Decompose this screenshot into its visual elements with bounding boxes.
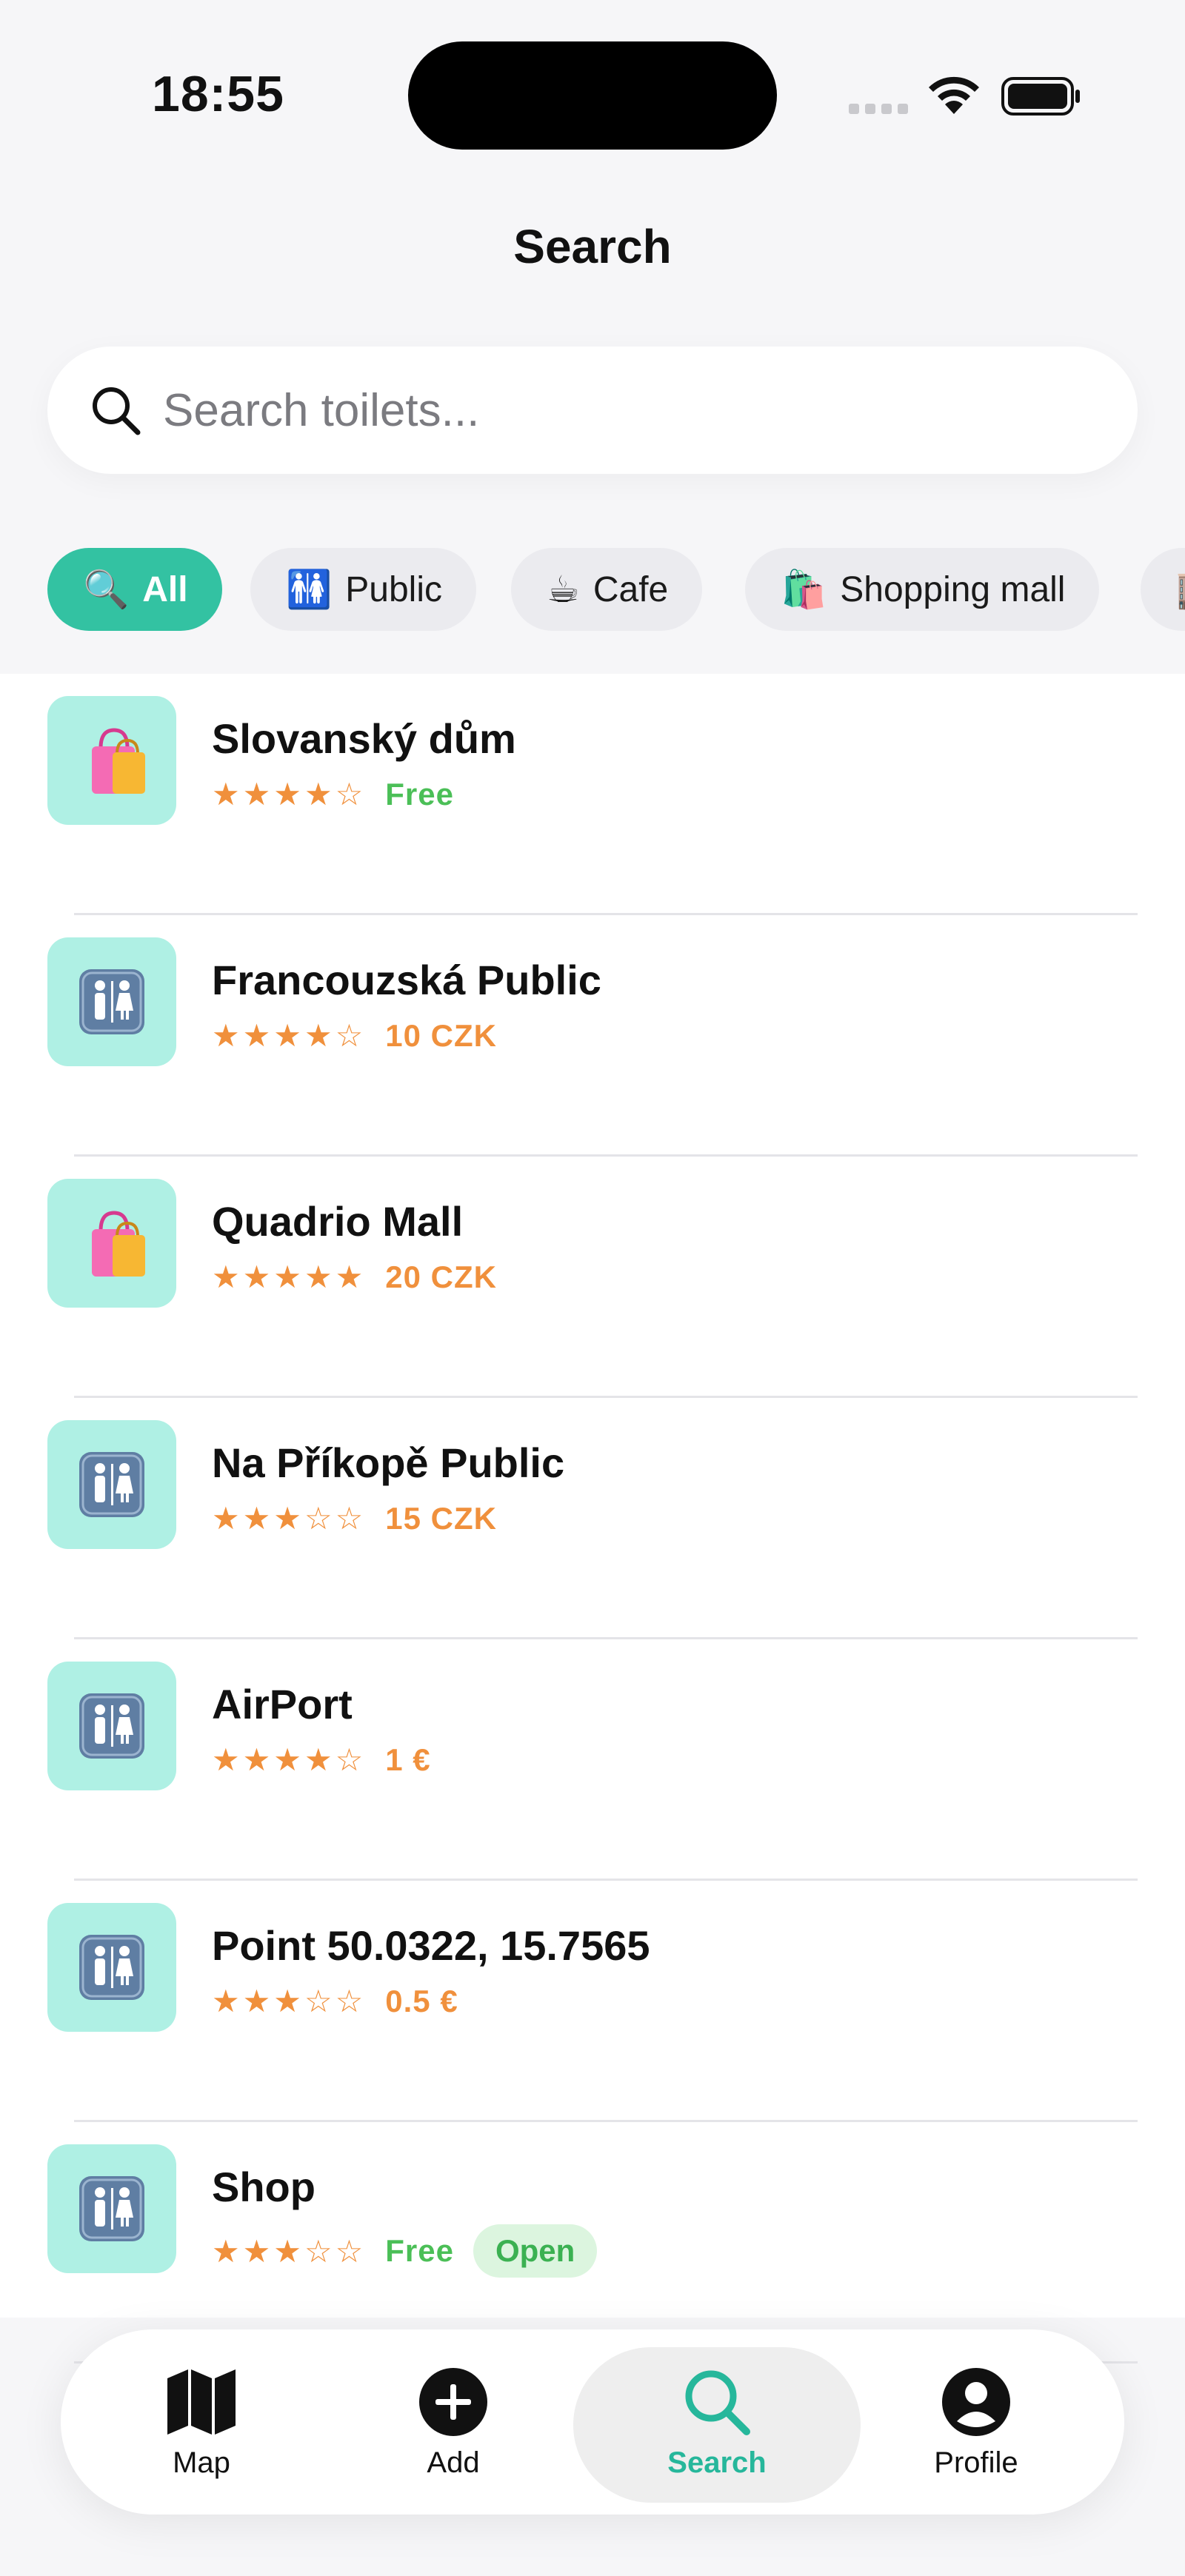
tab-label: Profile: [934, 2446, 1018, 2479]
list-item[interactable]: Point 50.0322, 15.7565 ★★★☆☆ 0.5 €: [0, 1881, 1185, 2122]
shopping-bags-icon: 🛍️: [781, 567, 827, 611]
list-item[interactable]: Quadrio Mall ★★★★★ 20 CZK: [0, 1157, 1185, 1398]
filter-chip-all[interactable]: 🔍 All: [47, 548, 222, 631]
page-title: Search: [513, 220, 672, 273]
icon-tile: [47, 937, 176, 1066]
tab-label: Map: [173, 2446, 230, 2479]
list-item[interactable]: AirPort ★★★★☆ 1 €: [0, 1639, 1185, 1881]
item-meta: ★★★☆☆ Free Open: [212, 2224, 598, 2278]
status-time: 18:55: [152, 66, 284, 122]
plus-circle-icon: [419, 2368, 487, 2436]
item-meta: ★★★★☆ 1 €: [212, 1742, 431, 1778]
item-title: Slovanský dům: [212, 715, 516, 762]
search-icon: [685, 2370, 750, 2435]
filter-chip-more[interactable]: 🏬: [1141, 548, 1185, 631]
item-meta: ★★★★☆ Free: [212, 776, 454, 812]
icon-tile: [47, 1903, 176, 2032]
filter-chip-shopping-mall[interactable]: 🛍️ Shopping mall: [745, 548, 1100, 631]
rating-stars: ★★★★★: [212, 1259, 367, 1295]
tab-profile[interactable]: Profile: [887, 2329, 1065, 2515]
restroom-icon: [79, 2176, 144, 2241]
top-area: 18:55 Search 🔍 All 🚻 Public: [0, 0, 1185, 631]
item-price: 10 CZK: [385, 1017, 497, 1053]
filter-chip-label: Public: [345, 569, 442, 609]
item-meta: ★★★★★ 20 CZK: [212, 1259, 497, 1295]
item-price: 20 CZK: [385, 1259, 497, 1294]
icon-tile: [47, 1662, 176, 1790]
restroom-icon: [79, 1452, 144, 1517]
item-title: Francouzská Public: [212, 957, 601, 1003]
item-meta: ★★★☆☆ 0.5 €: [212, 1983, 458, 2019]
search-input[interactable]: [163, 373, 1096, 447]
icon-tile: [47, 1420, 176, 1549]
list-item[interactable]: Francouzská Public ★★★★☆ 10 CZK: [0, 915, 1185, 1157]
icon-tile: [47, 1179, 176, 1308]
filter-chips: 🔍 All 🚻 Public ☕ Cafe 🛍️ Shopping mall 🏬: [47, 548, 1185, 632]
list-item[interactable]: Shop ★★★☆☆ Free Open: [0, 2122, 1185, 2363]
item-title: AirPort: [212, 1681, 353, 1727]
search-bar[interactable]: [47, 347, 1138, 474]
dynamic-island: [408, 41, 777, 150]
results-list: Slovanský dům ★★★★☆ Free Francouzská Pub…: [0, 674, 1185, 2363]
item-price: 1 €: [385, 1742, 431, 1777]
filter-chip-public[interactable]: 🚻 Public: [250, 548, 476, 631]
person-circle-icon: [942, 2368, 1010, 2436]
restroom-icon: [79, 1693, 144, 1759]
cellular-signal-icon: [849, 104, 908, 114]
rating-stars: ★★★★☆: [212, 776, 367, 812]
wifi-icon: [929, 76, 979, 114]
tab-bar: Map Add Search Profile: [61, 2329, 1124, 2515]
department-store-icon: 🏬: [1176, 568, 1185, 612]
rating-stars: ★★★☆☆: [212, 2232, 367, 2269]
shopping-bags-icon: [92, 1211, 145, 1277]
item-title: Point 50.0322, 15.7565: [212, 1922, 650, 1969]
item-price: 0.5 €: [385, 1983, 458, 2018]
icon-tile: [47, 696, 176, 825]
status-badge: Open: [473, 2224, 598, 2278]
filter-chip-label: Cafe: [592, 569, 669, 609]
icon-tile: [47, 2144, 176, 2273]
filter-chip-cafe[interactable]: ☕ Cafe: [511, 548, 703, 631]
tab-map[interactable]: Map: [113, 2329, 290, 2515]
status-bar: 18:55: [0, 0, 1185, 178]
item-meta: ★★★★☆ 10 CZK: [212, 1017, 497, 1054]
item-title: Quadrio Mall: [212, 1198, 464, 1245]
coffee-icon: ☕: [547, 568, 580, 611]
rating-stars: ★★★☆☆: [212, 1500, 367, 1536]
item-price: 15 CZK: [385, 1500, 497, 1536]
restroom-icon: [79, 1935, 144, 2000]
search-icon: [93, 387, 141, 435]
tab-label: Search: [667, 2446, 767, 2479]
map-icon: [167, 2369, 236, 2435]
item-price: Free: [385, 776, 454, 812]
list-item[interactable]: Slovanský dům ★★★★☆ Free: [0, 674, 1185, 915]
battery-icon: [1001, 77, 1080, 116]
tab-search[interactable]: Search: [573, 2329, 861, 2515]
rating-stars: ★★★☆☆: [212, 1983, 367, 2019]
item-price: Free: [385, 2233, 454, 2268]
restroom-icon: [79, 969, 144, 1034]
item-title: Shop: [212, 2164, 316, 2210]
filter-chip-label: All: [142, 569, 188, 609]
magnifier-icon: 🔍: [83, 567, 130, 611]
tab-add[interactable]: Add: [364, 2329, 542, 2515]
filter-chip-label: Shopping mall: [840, 569, 1066, 609]
item-title: Na Příkopě Public: [212, 1439, 565, 1486]
tab-label: Add: [427, 2446, 480, 2479]
list-item[interactable]: Na Příkopě Public ★★★☆☆ 15 CZK: [0, 1398, 1185, 1639]
shopping-bags-icon: [92, 728, 145, 794]
rating-stars: ★★★★☆: [212, 1017, 367, 1054]
item-meta: ★★★☆☆ 15 CZK: [212, 1500, 497, 1536]
rating-stars: ★★★★☆: [212, 1742, 367, 1778]
restroom-icon: 🚻: [286, 567, 333, 611]
